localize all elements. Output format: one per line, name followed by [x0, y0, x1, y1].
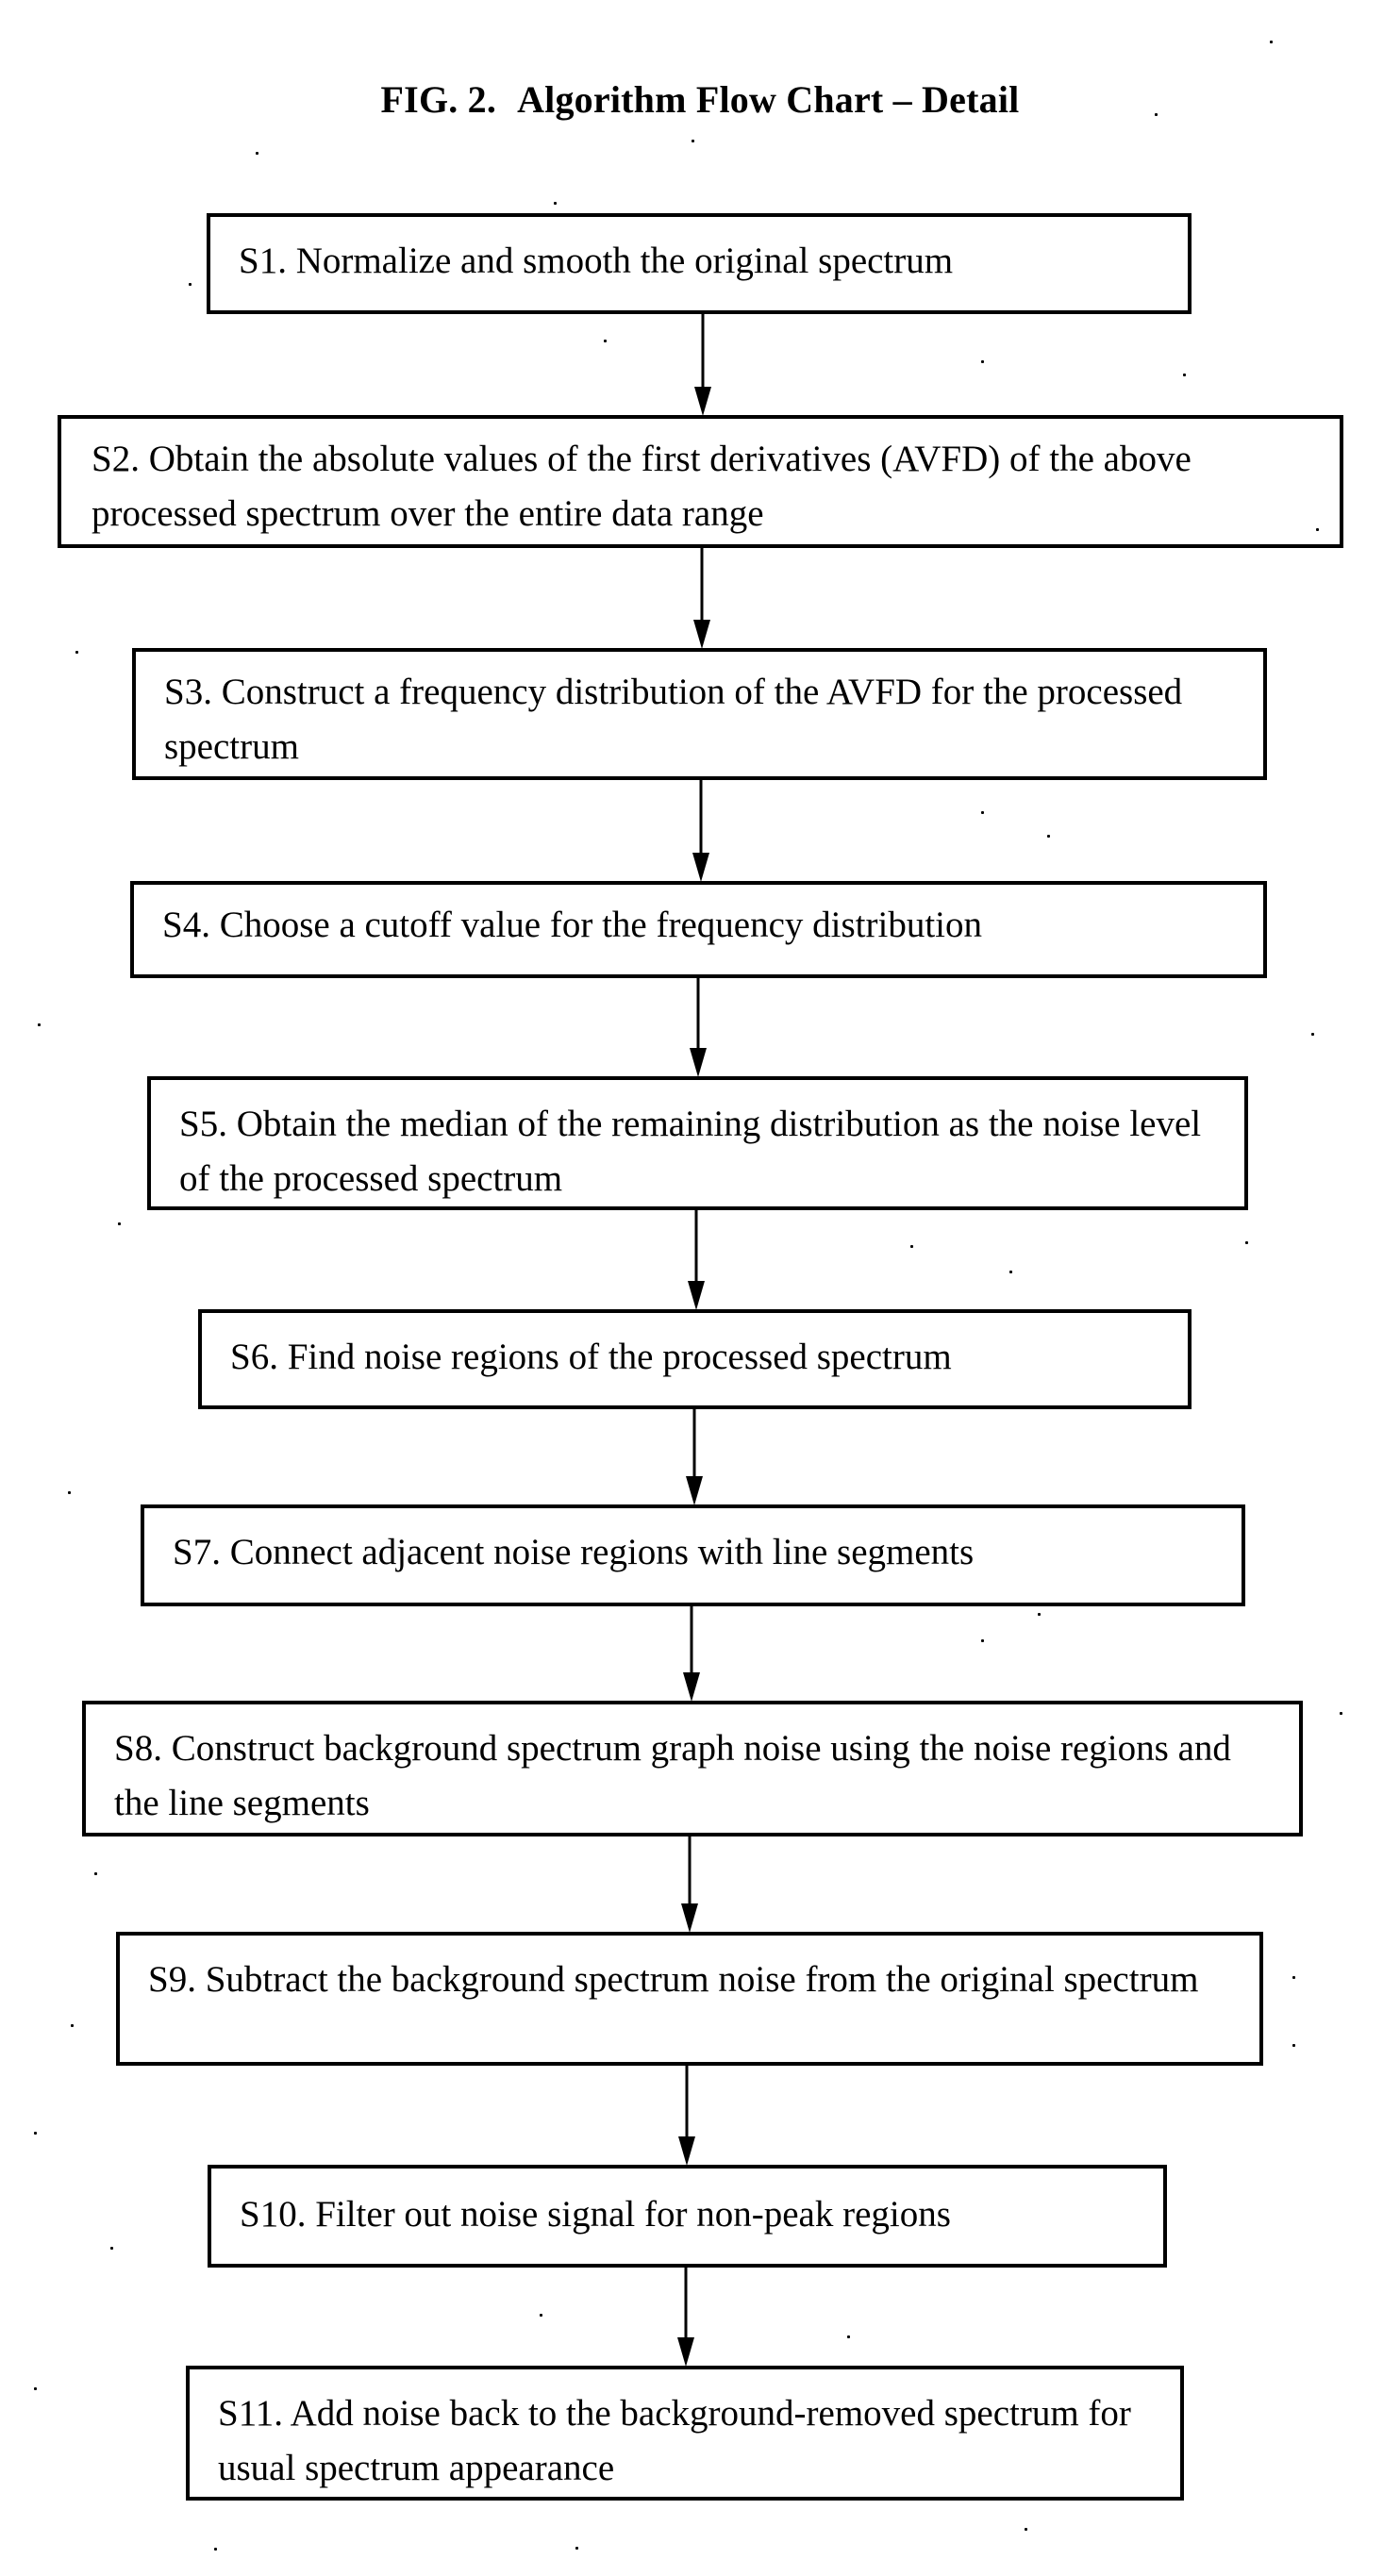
arrowhead-icon [681, 1903, 698, 1933]
step-text-s3: S3. Construct a frequency distribution o… [164, 672, 1183, 767]
figure-title-text: Algorithm Flow Chart – Detail [517, 78, 1020, 121]
speckle [94, 1872, 97, 1875]
speckle [540, 2314, 542, 2317]
speckle [118, 1222, 121, 1225]
arrow-s1-to-s2 [694, 314, 711, 416]
step-box-s2: S2. Obtain the absolute values of the fi… [58, 415, 1343, 548]
speckle [604, 340, 607, 342]
speckle [1311, 1033, 1314, 1036]
speckle [1183, 374, 1186, 376]
speckle [575, 2547, 578, 2550]
speckle [1155, 113, 1158, 116]
step-text-s4: S4. Choose a cutoff value for the freque… [162, 905, 982, 945]
arrowhead-icon [688, 1281, 705, 1310]
speckle [554, 202, 557, 205]
step-text-s6: S6. Find noise regions of the processed … [230, 1337, 952, 1377]
speckle [256, 152, 258, 155]
speckle [75, 651, 78, 654]
arrow-s2-to-s3 [693, 548, 710, 649]
speckle [34, 2132, 37, 2135]
step-box-s8: S8. Construct background spectrum graph … [82, 1701, 1303, 1836]
speckle [1047, 835, 1050, 838]
speckle [1270, 41, 1273, 43]
arrow-s3-to-s4 [692, 780, 709, 882]
step-box-s1: S1. Normalize and smooth the original sp… [207, 213, 1192, 314]
speckle [34, 2387, 37, 2390]
figure-title: FIG. 2. Algorithm Flow Chart – Detail [0, 77, 1400, 122]
speckle [1009, 1271, 1012, 1273]
speckle [981, 1639, 984, 1642]
arrow-s5-to-s6 [688, 1210, 705, 1310]
speckle [189, 283, 192, 286]
speckle [981, 360, 984, 363]
speckle [1292, 1976, 1295, 1979]
step-box-s4: S4. Choose a cutoff value for the freque… [130, 881, 1267, 978]
arrow-s9-to-s10 [678, 2066, 695, 2166]
arrowhead-icon [678, 2136, 695, 2166]
step-text-s1: S1. Normalize and smooth the original sp… [239, 241, 954, 281]
arrowhead-icon [683, 1672, 700, 1702]
speckle [1245, 1241, 1248, 1244]
step-text-s5: S5. Obtain the median of the remaining d… [179, 1104, 1202, 1199]
step-text-s11: S11. Add noise back to the background-re… [218, 2393, 1131, 2488]
step-box-s7: S7. Connect adjacent noise regions with … [141, 1504, 1245, 1606]
step-box-s11: S11. Add noise back to the background-re… [186, 2366, 1184, 2501]
step-text-s8: S8. Construct background spectrum graph … [114, 1728, 1231, 1823]
arrowhead-icon [690, 1048, 707, 1077]
speckle [71, 2024, 74, 2027]
speckle [981, 811, 984, 814]
speckle [38, 1023, 41, 1026]
arrowhead-icon [677, 2337, 694, 2367]
arrow-s10-to-s11 [677, 2268, 694, 2367]
figure-label: FIG. 2. [380, 78, 497, 121]
arrowhead-icon [693, 620, 710, 649]
step-box-s5: S5. Obtain the median of the remaining d… [147, 1076, 1248, 1210]
speckle [1025, 2528, 1027, 2531]
arrow-s6-to-s7 [686, 1409, 703, 1505]
arrow-s8-to-s9 [681, 1836, 698, 1933]
step-box-s6: S6. Find noise regions of the processed … [198, 1309, 1192, 1409]
step-text-s2: S2. Obtain the absolute values of the fi… [92, 439, 1192, 534]
arrowhead-icon [692, 853, 709, 882]
arrow-s4-to-s5 [690, 978, 707, 1077]
step-box-s10: S10. Filter out noise signal for non-pea… [208, 2165, 1167, 2268]
step-text-s9: S9. Subtract the background spectrum noi… [148, 1959, 1199, 2000]
speckle [1316, 528, 1319, 531]
step-text-s7: S7. Connect adjacent noise regions with … [173, 1532, 975, 1572]
arrow-s7-to-s8 [683, 1606, 700, 1702]
speckle [1340, 1712, 1342, 1715]
step-box-s3: S3. Construct a frequency distribution o… [132, 648, 1267, 780]
speckle [1292, 2044, 1295, 2047]
speckle [1038, 1613, 1041, 1616]
speckle [214, 2548, 217, 2551]
arrowhead-icon [686, 1476, 703, 1505]
speckle [910, 1245, 913, 1248]
speckle [68, 1491, 71, 1494]
speckle [110, 2247, 113, 2250]
arrowhead-icon [694, 387, 711, 416]
step-box-s9: S9. Subtract the background spectrum noi… [116, 1932, 1263, 2066]
step-text-s10: S10. Filter out noise signal for non-pea… [240, 2194, 951, 2235]
speckle [692, 140, 694, 142]
speckle [847, 2335, 850, 2338]
